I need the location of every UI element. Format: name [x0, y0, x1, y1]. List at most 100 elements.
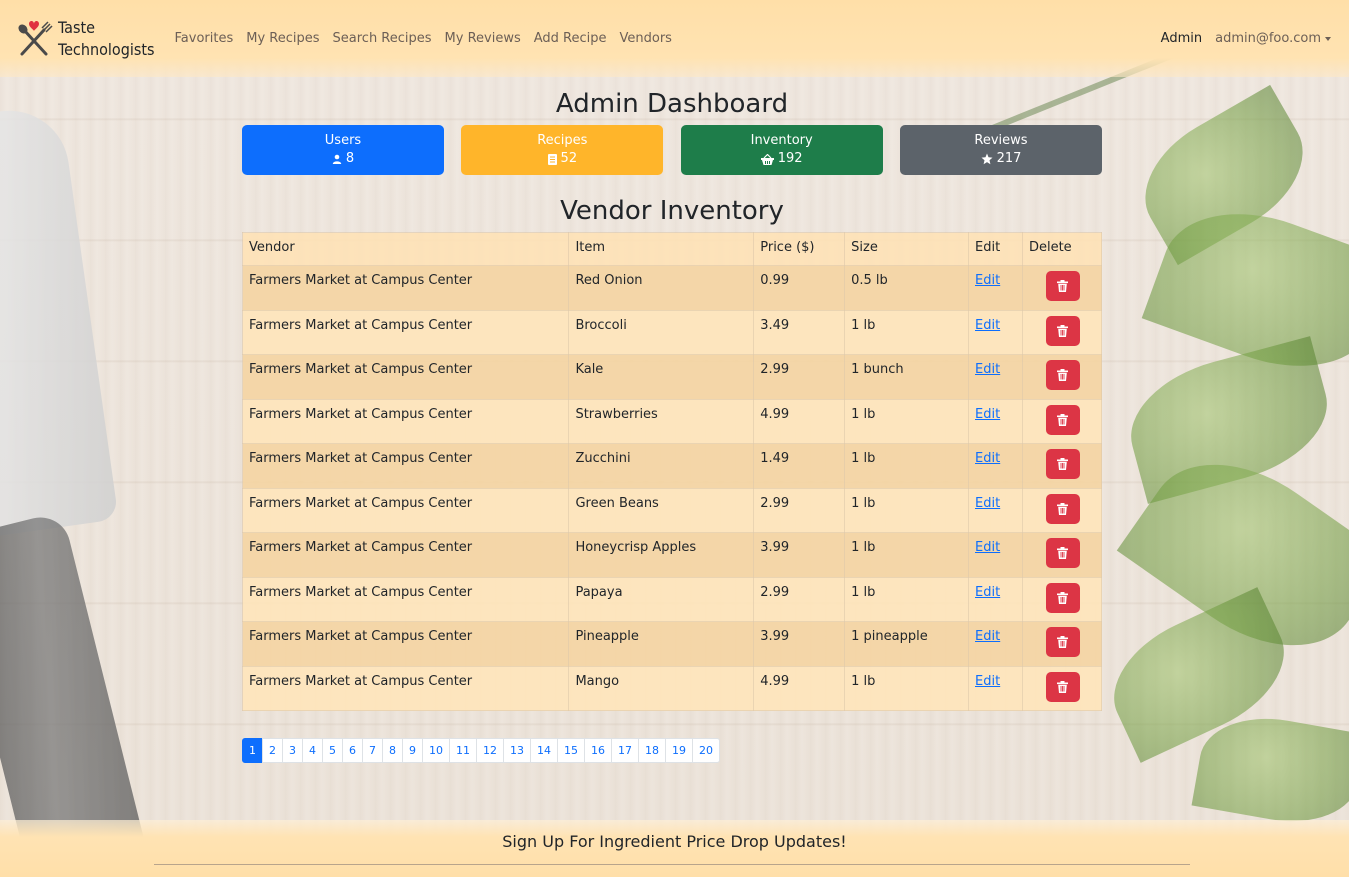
knife-blade-decoration: [0, 102, 119, 538]
pagination: 1 2 3 4 5 6 7 8 9 10 11 12 13 14 15 16 17 18 19 20: [242, 738, 1102, 763]
item-cell: Green Beans: [568, 487, 755, 533]
delete-cell: [1021, 265, 1103, 311]
edit-cell: Edit: [968, 665, 1023, 711]
size-cell: 1 bunch: [844, 354, 970, 400]
vendor-cell: Farmers Market at Campus Center: [241, 665, 570, 711]
edit-link[interactable]: Edit: [975, 496, 1000, 511]
page-link[interactable]: 12: [476, 738, 504, 763]
edit-cell: Edit: [968, 309, 1023, 355]
delete-button[interactable]: [1045, 538, 1080, 568]
page-link[interactable]: 20: [692, 738, 720, 763]
footer-divider: [154, 864, 1190, 865]
delete-cell: [1021, 576, 1103, 622]
edit-cell: Edit: [968, 265, 1023, 311]
edit-link[interactable]: Edit: [975, 451, 1000, 466]
page-link[interactable]: 7: [362, 738, 383, 763]
nav-my-reviews[interactable]: My Reviews: [438, 31, 527, 46]
user-dropdown[interactable]: admin@foo.com: [1215, 31, 1331, 46]
delete-button[interactable]: [1045, 449, 1080, 479]
page-link[interactable]: 2: [262, 738, 283, 763]
page-link[interactable]: 10: [422, 738, 450, 763]
column-header: Edit: [968, 232, 1023, 266]
table-header-row: Vendor Item Price ($) Size Edit Delete: [241, 232, 1103, 266]
item-cell: Zucchini: [568, 443, 755, 489]
page-link[interactable]: 3: [282, 738, 303, 763]
stat-card-label: Inventory: [750, 133, 813, 148]
edit-link[interactable]: Edit: [975, 540, 1000, 555]
delete-button[interactable]: [1045, 404, 1080, 435]
stat-card-value: 217: [996, 151, 1022, 166]
table-row: Farmers Market at Campus Center Red Onion…: [241, 265, 1103, 311]
vendor-cell: Farmers Market at Campus Center: [241, 265, 570, 311]
page-link[interactable]: 14: [530, 738, 558, 763]
page-title: Admin Dashboard: [555, 89, 789, 119]
delete-cell: [1021, 398, 1103, 444]
delete-button[interactable]: [1045, 493, 1080, 524]
page-link[interactable]: 6: [342, 738, 363, 763]
edit-link[interactable]: Edit: [975, 273, 1000, 288]
item-cell: Papaya: [568, 576, 755, 622]
item-cell: Red Onion: [568, 265, 755, 311]
nav-my-recipes[interactable]: My Recipes: [240, 31, 326, 46]
price-cell: 4.99: [753, 398, 846, 444]
size-cell: 1 lb: [844, 443, 970, 489]
table-row: Farmers Market at Campus Center Papaya 2.9…: [241, 576, 1103, 622]
nav-admin[interactable]: Admin: [1161, 31, 1202, 46]
page-link[interactable]: 9: [402, 738, 423, 763]
stat-card-recipes: Recipes 52: [461, 125, 664, 175]
delete-button[interactable]: [1045, 360, 1080, 390]
basket-icon: [760, 153, 774, 165]
page-link[interactable]: 18: [638, 738, 666, 763]
price-cell: 3.99: [753, 532, 846, 578]
vendor-cell: Farmers Market at Campus Center: [241, 398, 570, 444]
vendor-cell: Farmers Market at Campus Center: [241, 354, 570, 400]
user-email: admin@foo.com: [1215, 31, 1321, 46]
vendor-cell: Farmers Market at Campus Center: [241, 532, 570, 578]
delete-button[interactable]: [1045, 582, 1080, 613]
nav-add-recipe[interactable]: Add Recipe: [527, 31, 613, 46]
brand-link[interactable]: Taste Technologists: [14, 9, 154, 69]
nav-search-recipes[interactable]: Search Recipes: [326, 31, 438, 46]
price-cell: 3.49: [753, 309, 846, 355]
page-link[interactable]: 4: [302, 738, 323, 763]
page-link[interactable]: 19: [665, 738, 693, 763]
inventory-table-body: Farmers Market at Campus Center Red Onion…: [241, 265, 1103, 711]
user-icon: [332, 154, 342, 164]
edit-link[interactable]: Edit: [975, 318, 1000, 333]
table-row: Farmers Market at Campus Center Kale 2.99 1…: [241, 354, 1103, 400]
item-cell: Broccoli: [568, 309, 755, 355]
page-link[interactable]: 17: [611, 738, 639, 763]
page-link[interactable]: 5: [322, 738, 343, 763]
page-link[interactable]: 1: [242, 738, 263, 763]
table-row: Farmers Market at Campus Center Pineapple…: [241, 621, 1103, 667]
trash-icon: [1057, 547, 1069, 559]
delete-button[interactable]: [1045, 271, 1080, 301]
column-header: Size: [844, 232, 970, 266]
edit-cell: Edit: [968, 532, 1023, 578]
stat-card-value: 8: [345, 151, 355, 166]
delete-button[interactable]: [1045, 315, 1080, 346]
nav-favorites[interactable]: Favorites: [168, 31, 240, 46]
page-link[interactable]: 16: [584, 738, 612, 763]
stat-card-value: 192: [777, 151, 803, 166]
size-cell: 1 lb: [844, 309, 970, 355]
page-link[interactable]: 11: [449, 738, 477, 763]
edit-link[interactable]: Edit: [975, 407, 1000, 422]
edit-link[interactable]: Edit: [975, 629, 1000, 644]
edit-link[interactable]: Edit: [975, 585, 1000, 600]
trash-icon: [1057, 680, 1069, 693]
delete-button[interactable]: [1045, 627, 1080, 657]
page-link[interactable]: 13: [503, 738, 531, 763]
page-link[interactable]: 15: [557, 738, 585, 763]
edit-link[interactable]: Edit: [975, 674, 1000, 689]
vendor-cell: Farmers Market at Campus Center: [241, 443, 570, 489]
edit-link[interactable]: Edit: [975, 362, 1000, 377]
delete-cell: [1021, 487, 1103, 533]
trash-icon: [1057, 636, 1069, 648]
item-cell: Honeycrisp Apples: [568, 532, 755, 578]
size-cell: 1 lb: [844, 398, 970, 444]
table-row: Farmers Market at Campus Center Zucchini 1…: [241, 443, 1103, 489]
delete-button[interactable]: [1045, 671, 1080, 702]
nav-vendors[interactable]: Vendors: [613, 31, 678, 46]
page-link[interactable]: 8: [382, 738, 403, 763]
